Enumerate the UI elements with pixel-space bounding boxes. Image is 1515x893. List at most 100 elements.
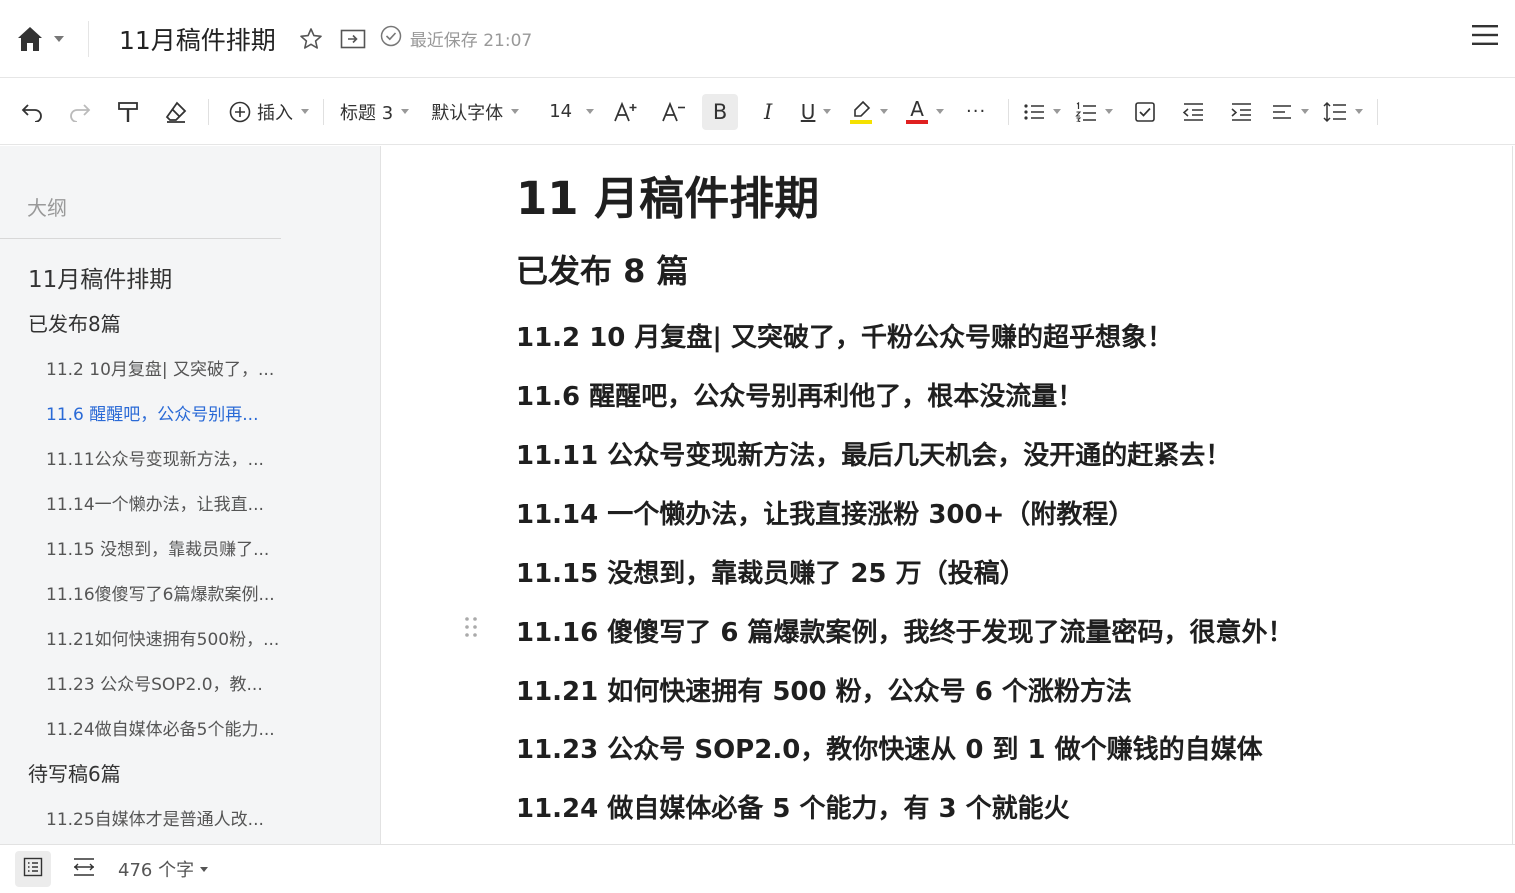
chevron-down-icon — [586, 109, 595, 114]
font-increase-icon — [614, 101, 638, 123]
numbered-list-icon — [1075, 101, 1097, 122]
doc-heading-3[interactable]: 11.11 公众号变现新方法，最后几天机会，没开通的赶紧去！ — [516, 435, 1231, 472]
editor-app: 11月稿件排期 最近保存 21:07 插入 标题 3 默认字体 14 B I U… — [0, 0, 1515, 893]
font-size-select[interactable]: 14 — [549, 94, 595, 130]
heading-style-select[interactable]: 标题 3 — [340, 94, 410, 130]
format-painter-icon — [117, 101, 139, 123]
insert-menu-button[interactable]: 插入 — [229, 94, 309, 130]
doc-heading-3[interactable]: 11.14 一个懒办法，让我直接涨粉 300+（附教程） — [516, 494, 1134, 531]
doc-heading-3[interactable]: 11.21 如何快速拥有 500 粉，公众号 6 个涨粉方法 — [516, 671, 1132, 708]
font-color-glyph: A — [910, 97, 924, 121]
chevron-down-icon — [301, 109, 309, 114]
check-circle-icon — [380, 25, 410, 52]
divider — [1377, 98, 1379, 125]
outline-toggle-button[interactable] — [15, 851, 51, 887]
save-status-text: 最近保存 21:07 — [409, 31, 533, 51]
undo-button[interactable] — [14, 94, 50, 130]
outline-item-heading[interactable]: 已发布8篇 — [28, 308, 121, 337]
outline-item[interactable]: 11.16傻傻写了6篇爆款案例... — [46, 580, 286, 605]
font-family-select[interactable]: 默认字体 — [431, 94, 520, 130]
italic-button[interactable]: I — [750, 94, 786, 130]
align-left-icon — [1271, 102, 1293, 122]
outline-item-active[interactable]: 11.6 醒醒吧，公众号别再... — [46, 400, 286, 425]
numbered-list-button[interactable] — [1075, 94, 1114, 130]
doc-heading-3[interactable]: 11.23 公众号 SOP2.0，教你快速从 0 到 1 做个赚钱的自媒体 — [516, 729, 1263, 766]
chevron-down-icon — [511, 109, 520, 114]
outline-item-title[interactable]: 11月稿件排期 — [28, 260, 172, 294]
decrease-font-size-button[interactable] — [656, 94, 692, 130]
more-options-button[interactable]: ··· — [958, 94, 994, 130]
task-list-button[interactable] — [1127, 94, 1163, 130]
highlight-color-swatch — [850, 119, 873, 124]
underline-glyph: U — [800, 99, 816, 124]
outline-item[interactable]: 11.24做自媒体必备5个能力... — [46, 715, 286, 740]
word-count-text: 476 个字 — [118, 860, 195, 881]
divider — [1008, 98, 1010, 125]
hamburger-icon — [1472, 24, 1498, 50]
format-painter-button[interactable] — [110, 94, 146, 130]
highlighter-icon — [850, 100, 873, 124]
eraser-icon — [165, 101, 187, 123]
outdent-button[interactable] — [1175, 94, 1211, 130]
bullet-list-button[interactable] — [1023, 94, 1062, 130]
clear-format-button[interactable] — [158, 94, 194, 130]
star-icon[interactable] — [298, 26, 324, 52]
line-spacing-button[interactable] — [1323, 94, 1364, 130]
page-width-icon — [73, 857, 95, 881]
chevron-down-icon — [823, 109, 832, 114]
divider — [208, 98, 209, 125]
doc-heading-3[interactable]: 11.6 醒醒吧，公众号别再利他了，根本没流量！ — [516, 376, 1083, 413]
font-decrease-icon — [662, 101, 686, 123]
indent-icon — [1230, 102, 1252, 122]
align-button[interactable] — [1271, 94, 1310, 130]
outline-item[interactable]: 11.23 公众号SOP2.0，教... — [46, 670, 286, 695]
outline-item[interactable]: 11.15 没想到，靠裁员赚了... — [46, 535, 286, 560]
page-width-button[interactable] — [66, 851, 102, 887]
redo-icon — [69, 102, 91, 122]
move-to-folder-icon[interactable] — [340, 26, 366, 52]
outline-item-heading[interactable]: 待写稿6篇 — [28, 758, 121, 787]
outline-item[interactable]: 11.11公众号变现新方法，... — [46, 445, 286, 470]
redo-button[interactable] — [62, 94, 98, 130]
bold-glyph: B — [712, 99, 728, 124]
chevron-down-icon — [1355, 109, 1364, 114]
home-menu-button[interactable] — [16, 19, 72, 59]
outline-title: 大纲 — [27, 196, 67, 220]
doc-heading-3[interactable]: 11.24 做自媒体必备 5 个能力，有 3 个就能火 — [516, 788, 1070, 825]
doc-heading-1[interactable]: 11 月稿件排期 — [516, 162, 819, 227]
bold-button[interactable]: B — [702, 93, 739, 130]
doc-heading-3[interactable]: 11.16 傻傻写了 6 篇爆款案例，我终于发现了流量密码，很意外！ — [516, 612, 1294, 649]
bullet-list-icon — [1023, 102, 1045, 122]
chevron-down-icon — [1301, 109, 1310, 114]
main-menu-button[interactable] — [1471, 22, 1499, 52]
font-size-value: 14 — [549, 101, 573, 122]
chevron-down-icon — [880, 109, 889, 114]
divider — [88, 20, 89, 57]
undo-icon — [21, 102, 43, 122]
word-count-button[interactable]: 476 个字 — [118, 856, 209, 882]
document-title[interactable]: 11月稿件排期 — [119, 21, 276, 57]
outline-item[interactable]: 11.14一个懒办法，让我直... — [46, 490, 286, 515]
chevron-down-icon — [401, 109, 410, 114]
highlight-color-button[interactable] — [850, 94, 889, 130]
font-color-button[interactable]: A — [906, 94, 945, 130]
outline-item[interactable]: 11.25自媒体才是普通人改... — [46, 805, 286, 830]
outline-item[interactable]: 11.21如何快速拥有500粉，... — [46, 625, 286, 650]
increase-font-size-button[interactable] — [608, 94, 644, 130]
chevron-down-icon — [54, 35, 64, 42]
doc-heading-2[interactable]: 已发布 8 篇 — [516, 246, 689, 292]
line-spacing-icon — [1323, 101, 1347, 123]
divider — [0, 238, 281, 239]
doc-heading-3[interactable]: 11.15 没想到，靠裁员赚了 25 万（投稿） — [516, 553, 1026, 590]
doc-heading-3[interactable]: 11.2 10 月复盘| 又突破了，千粉公众号赚的超乎想象！ — [516, 317, 1173, 354]
indent-button[interactable] — [1223, 94, 1259, 130]
document-editor[interactable]: 11 月稿件排期 已发布 8 篇 11.2 10 月复盘| 又突破了，千粉公众号… — [382, 146, 1513, 844]
more-glyph: ··· — [966, 101, 987, 122]
plus-circle-icon — [229, 101, 251, 123]
drag-handle-icon[interactable] — [464, 616, 478, 638]
outline-item[interactable]: 11.2 10月复盘| 又突破了，... — [46, 355, 286, 380]
font-family-value: 默认字体 — [431, 102, 504, 124]
underline-button[interactable]: U — [798, 94, 834, 130]
outdent-icon — [1182, 102, 1204, 122]
home-icon — [16, 25, 44, 53]
